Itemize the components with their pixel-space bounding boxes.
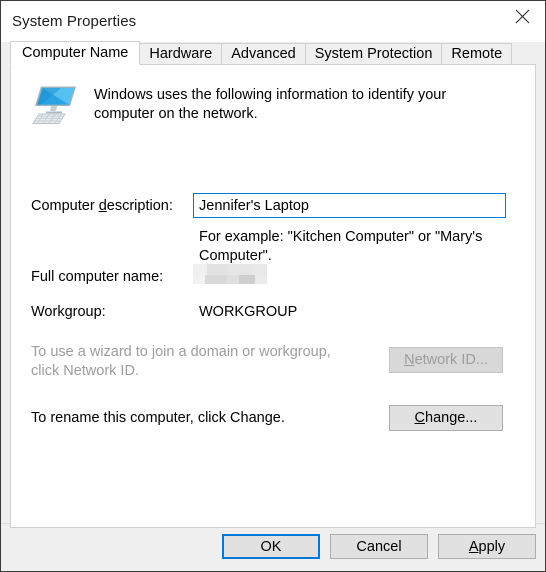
full-computer-name-value-redacted (193, 264, 267, 284)
tab-remote[interactable]: Remote (441, 43, 513, 64)
intro-text: Windows uses the following information t… (94, 87, 447, 122)
network-id-description: To use a wizard to join a domain or work… (31, 344, 331, 379)
tab-system-protection[interactable]: System Protection (304, 43, 443, 64)
computer-description-input[interactable] (193, 193, 506, 218)
intro-row: Windows uses the following information t… (11, 84, 535, 126)
computer-name-panel: Windows uses the following information t… (10, 64, 536, 528)
tab-label: Remote (451, 46, 503, 62)
full-computer-name-label: Full computer name: (31, 269, 164, 285)
computer-monitor-icon (31, 84, 85, 126)
tab-label: System Protection (314, 46, 433, 62)
cancel-button[interactable]: Cancel (330, 534, 428, 559)
tab-computer-name[interactable]: Computer Name (10, 41, 141, 65)
computer-description-hint: For example: "Kitchen Computer" or "Mary… (199, 229, 483, 264)
tab-label: Computer Name (22, 45, 129, 61)
tab-strip: Computer Name Hardware Advanced System P… (10, 41, 545, 65)
dialog-footer: OK Cancel Apply (1, 523, 545, 571)
workgroup-value: WORKGROUP (199, 304, 298, 320)
tab-label: Hardware (149, 46, 213, 62)
workgroup-label: Workgroup: (31, 304, 106, 320)
tab-advanced[interactable]: Advanced (221, 43, 306, 64)
tab-label: Advanced (231, 46, 296, 62)
apply-button[interactable]: Apply (438, 534, 536, 559)
close-icon[interactable] (499, 1, 545, 32)
system-properties-dialog: System Properties Computer Name Hardware… (0, 0, 546, 572)
window-title: System Properties (12, 13, 137, 30)
title-bar: System Properties (1, 1, 545, 42)
change-button[interactable]: Change... (389, 405, 503, 431)
network-id-button[interactable]: Network ID... (389, 347, 503, 373)
computer-description-label: Computer description: (31, 198, 173, 214)
rename-description: To rename this computer, click Change. (31, 410, 285, 426)
ok-button[interactable]: OK (222, 534, 320, 559)
tab-hardware[interactable]: Hardware (139, 43, 223, 64)
